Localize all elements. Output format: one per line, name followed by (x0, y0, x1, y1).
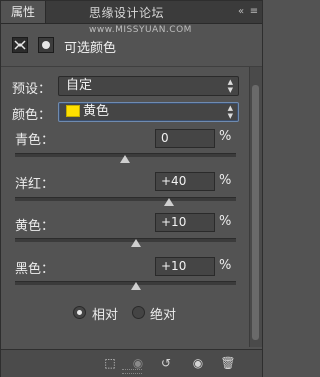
magenta-label: 洋红： (15, 177, 55, 192)
updown-arrows-icon: ▲ ▼ (227, 78, 233, 94)
panel-titlebar: 属性 思缘设计论坛 www.MISSYUAN.COM « ≡ (1, 1, 262, 35)
preset-dropdown[interactable]: 自定 ▲ ▼ (58, 76, 239, 96)
colors-dropdown[interactable]: 黄色 ▲ ▼ (58, 102, 239, 122)
yellow-input[interactable]: +10 (155, 213, 215, 232)
absolute-radio[interactable] (132, 306, 145, 319)
color-swatch (66, 105, 80, 117)
updown-arrows-icon: ▲ ▼ (227, 104, 233, 120)
colors-value: 黄色 (83, 104, 110, 119)
magenta-slider-track[interactable] (15, 197, 236, 201)
delete-icon[interactable]: 🗑 (219, 355, 237, 371)
relative-label: 相对 (92, 308, 119, 323)
yellow-slider-thumb[interactable] (131, 239, 141, 247)
visibility-eye-icon[interactable]: ◉ (189, 355, 207, 371)
properties-panel: 属性 思缘设计论坛 www.MISSYUAN.COM « ≡ 可选颜色 预设： … (0, 0, 263, 377)
cyan-slider-thumb[interactable] (120, 155, 130, 163)
black-slider-track[interactable] (15, 281, 236, 285)
tab-properties[interactable]: 属性 (1, 1, 46, 23)
black-input[interactable]: +10 (155, 257, 215, 276)
resize-grip[interactable] (122, 369, 142, 374)
adjustment-title: 可选颜色 (64, 41, 117, 56)
black-slider-thumb[interactable] (131, 282, 141, 290)
layer-mask-icon[interactable] (38, 37, 54, 53)
magenta-unit: % (219, 173, 232, 188)
scrollbar[interactable] (249, 67, 262, 347)
preset-value: 自定 (66, 78, 93, 93)
reset-icon[interactable]: ↺ (157, 355, 175, 371)
black-unit: % (219, 258, 232, 273)
cyan-unit: % (219, 129, 232, 144)
cyan-input[interactable]: 0 (155, 129, 215, 148)
collapse-icon[interactable]: « (235, 6, 247, 18)
colors-label: 颜色： (12, 108, 52, 123)
preset-label: 预设： (12, 82, 52, 97)
relative-radio[interactable] (73, 306, 86, 319)
clip-to-layer-icon[interactable]: ⬚ (101, 355, 119, 371)
cyan-label: 青色： (15, 133, 55, 148)
adjustment-layer-icon[interactable] (12, 37, 28, 53)
scrollbar-thumb[interactable] (252, 85, 259, 340)
watermark-text: 思缘设计论坛 (89, 6, 165, 20)
menu-icon[interactable]: ≡ (248, 6, 260, 18)
divider (1, 66, 262, 67)
adjustment-header: 可选颜色 (1, 24, 262, 66)
yellow-slider-track[interactable] (15, 238, 236, 242)
magenta-input[interactable]: +40 (155, 172, 215, 191)
yellow-label: 黄色： (15, 219, 55, 234)
black-label: 黑色： (15, 262, 55, 277)
yellow-unit: % (219, 214, 232, 229)
absolute-label: 绝对 (150, 308, 177, 323)
magenta-slider-thumb[interactable] (164, 198, 174, 206)
